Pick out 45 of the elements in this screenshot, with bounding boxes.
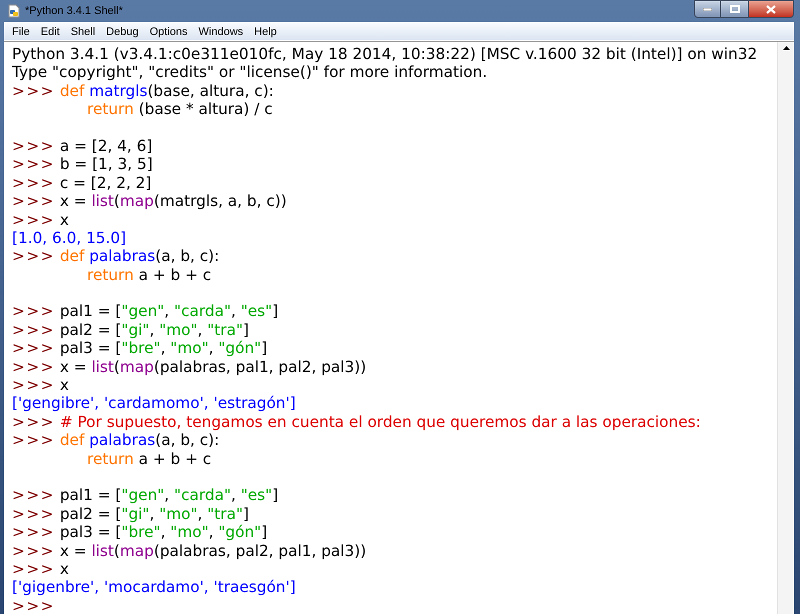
code-line: >>> x = list(map(matrgls, a, b, c)) [12,192,287,210]
shell-prompt: >>> [12,596,55,614]
code-line: >>> x [12,210,69,229]
code-line: >>> x [12,376,69,394]
close-icon [766,4,776,14]
menu-item[interactable]: Debug [106,25,139,39]
code-line: >>> pal1 = ["gen", "carda", "es"] [12,302,278,320]
output-line: [1.0, 6.0, 15.0] [12,228,126,247]
scrollbar[interactable] [777,42,794,614]
code-line: >>> # Por supuesto, tengamos en cuenta el orden que queremos dar a las operaciones: [12,412,701,431]
code-line: >>> a = [2, 4, 6] [12,136,152,155]
menu-item[interactable]: Windows [198,25,244,39]
minimize-button[interactable] [694,0,721,18]
code-line: >>> def palabras(a, b, c): [12,431,220,450]
menu-item[interactable]: Options [150,25,188,39]
code-line: >>> pal3 = ["bre", "mo", "gón"] [12,339,268,358]
code-line: return (base * altura) / c [87,100,273,118]
code-line: >>> pal2 = ["gi", "mo", "tra"] [12,320,249,339]
menu-item[interactable]: File [12,25,30,39]
code-line: >>> pal2 = ["gi", "mo", "tra"] [12,504,249,523]
minimize-icon [703,8,712,10]
code-line: >>> c = [2, 2, 2] [12,174,152,192]
code-line: >>> def palabras(a, b, c): [12,247,220,266]
maximize-button[interactable] [721,0,748,18]
banner-text: Python 3.4.1 (v3.4.1:c0e311e010fc, May 18 2014, 10:38:22) [MSC v.1600 32 bit (Intel)] on win32 [12,45,758,63]
code-line: return a + b + c [87,450,212,468]
code-line: >>> x = list(map(palabras, pal2, pal1, pal3)) [12,542,366,560]
maximize-icon [730,5,740,13]
scroll-up-arrow-icon[interactable] [782,46,790,50]
code-line: >>> x = list(map(palabras, pal1, pal2, pal3)) [12,358,366,376]
output-line: ['gengibre', 'cardamomo', 'estragón'] [12,394,296,412]
code-line: >>> def matrgls(base, altura, c): [12,82,274,100]
code-line: >>> pal3 = ["bre", "mo", "gón"] [12,523,268,542]
menu-item[interactable]: Shell [70,25,96,39]
window-title: *Python 3.4.1 Shell* [25,4,123,19]
close-button[interactable] [748,0,794,18]
code-line: return a + b + c [87,266,212,284]
menu-item[interactable]: Edit [40,25,60,39]
code-line: >>> b = [1, 3, 5] [12,155,153,174]
python-file-icon [7,4,21,18]
code-line: >>> pal1 = ["gen", "carda", "es"] [12,486,278,504]
code-line: >>> x [12,560,69,578]
banner-text: Type "copyright", "credits" or "license()" for more information. [12,63,488,82]
menu-item[interactable]: Help [254,25,277,39]
output-line: ['gigenbre', 'mocardamo', 'traesgón'] [12,578,296,596]
